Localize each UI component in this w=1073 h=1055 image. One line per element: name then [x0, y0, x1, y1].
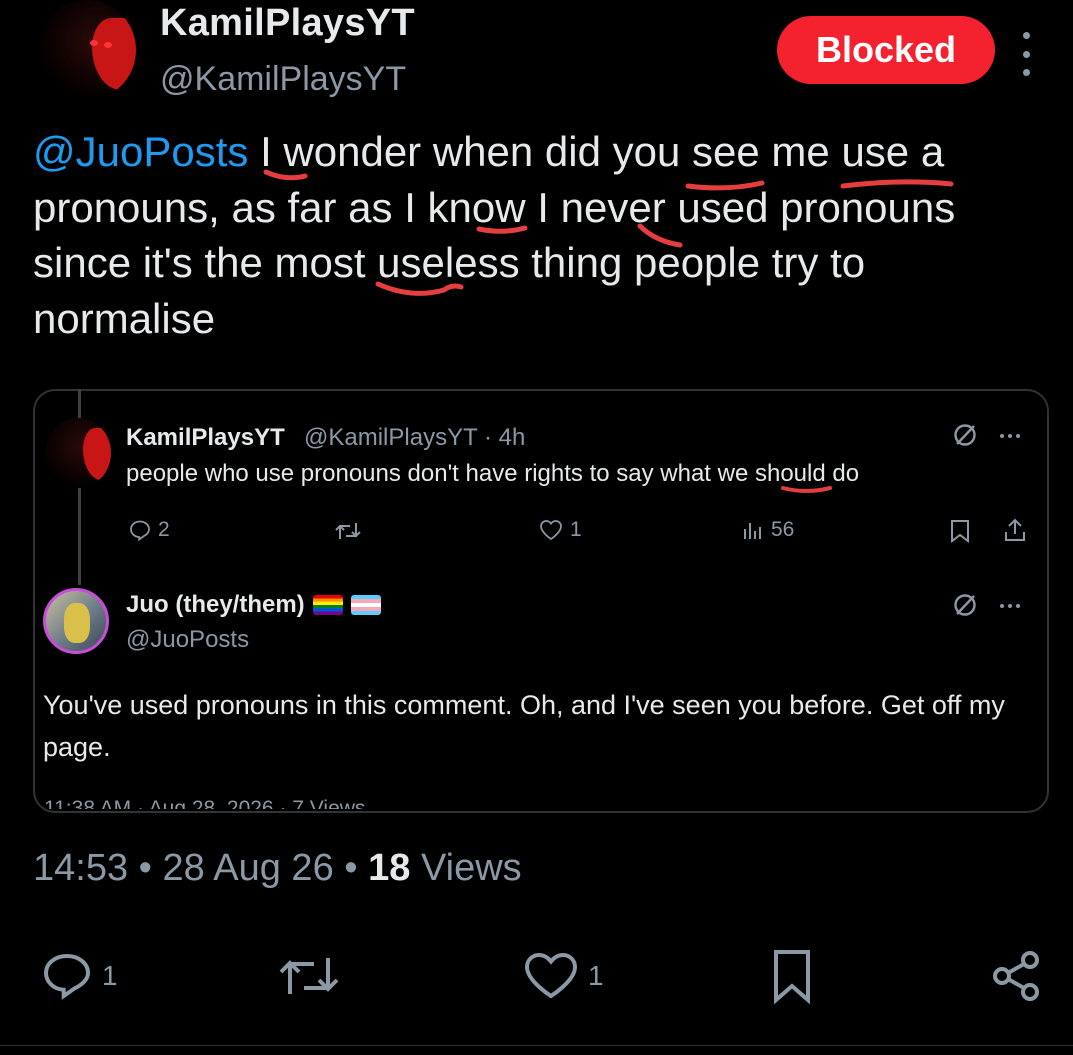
share-icon — [1005, 518, 1025, 541]
retweet-icon — [335, 523, 361, 539]
author-handle[interactable]: @KamilPlaysYT — [160, 60, 406, 99]
author-display-name[interactable]: KamilPlaysYT — [160, 2, 415, 45]
retweet-icon — [279, 958, 339, 994]
like-button[interactable]: 1 — [522, 950, 604, 1002]
more-vertical-icon[interactable] — [1016, 32, 1036, 76]
quoted-views-action: 56 — [741, 518, 794, 542]
quoted-author-avatar — [45, 418, 111, 488]
pride-flag-icon — [312, 595, 343, 615]
tweet-text-part: wonder when did — [271, 128, 613, 175]
circle-slash-icon — [954, 424, 976, 446]
tweet-time[interactable]: 14:53 — [33, 847, 128, 889]
trans-flag-icon — [350, 595, 381, 615]
reply-count: 1 — [102, 960, 118, 991]
tweet-text-part: you — [612, 128, 681, 175]
author-avatar[interactable] — [38, 0, 136, 100]
circle-slash-icon — [954, 594, 976, 616]
tweet-date[interactable]: 28 Aug 26 — [163, 847, 334, 889]
tweet-text-part: I — [260, 128, 272, 175]
separator-dot: • — [138, 847, 152, 889]
tweet-text-part: know — [415, 183, 538, 231]
quoted-like-count: 1 — [570, 518, 582, 541]
like-icon — [524, 952, 578, 999]
reply-author-avatar — [43, 588, 109, 654]
tweet-text-part: it's — [142, 239, 193, 286]
quoted-author-meta: @KamilPlaysYT · 4h — [304, 424, 526, 451]
bookmark-icon — [951, 520, 969, 543]
tweet-action-bar: 1 1 — [0, 940, 1073, 1010]
share-icon — [993, 951, 1039, 1001]
mention-link[interactable]: @JuoPosts — [33, 128, 248, 175]
views-icon — [744, 523, 761, 539]
tweet-text: @JuoPosts I wonder when did you see me u… — [33, 124, 1043, 346]
quoted-reply-count: 2 — [158, 518, 170, 541]
quoted-like-action: 1 — [538, 518, 582, 542]
reply-icon — [43, 953, 91, 1000]
like-count: 1 — [588, 960, 604, 991]
bookmark-icon — [774, 950, 810, 1004]
separator-dot: • — [344, 847, 358, 889]
reply-meta-cut: 11:38 AM · Aug 28, 2026 · 7 Views — [44, 797, 366, 809]
blocked-button[interactable]: Blocked — [777, 16, 995, 84]
views-count[interactable]: 18 — [368, 847, 410, 889]
quoted-author-name: KamilPlaysYT — [126, 424, 285, 451]
tweet-text-part: I — [537, 183, 549, 231]
more-horizontal-icon — [1000, 434, 1020, 438]
reply-icon — [130, 520, 150, 542]
reply-author-handle: @JuoPosts — [126, 626, 250, 653]
tweet-metadata: 14:53 • 28 Aug 26 • 18 Views — [33, 847, 522, 890]
reply-author-row: Juo (they/them) — [126, 591, 381, 619]
bottom-divider — [0, 1045, 1073, 1046]
reply-button[interactable]: 1 — [40, 950, 118, 1002]
tweet-text-part: I — [404, 183, 416, 231]
quoted-views-count: 56 — [771, 518, 795, 541]
quoted-post-text: people who use pronouns don't have right… — [126, 460, 860, 487]
retweet-button[interactable] — [276, 952, 342, 1000]
reply-text: You've used pronouns in this comment. Oh… — [43, 690, 1005, 762]
tweet-text-part: me — [771, 128, 830, 175]
like-icon — [540, 520, 562, 541]
quoted-reply-action: 2 — [128, 518, 170, 542]
tweet-text-part: see — [680, 128, 772, 175]
tweet-text-part — [248, 128, 260, 175]
reply-author-name: Juo (they/them) — [126, 591, 305, 618]
share-button[interactable] — [988, 948, 1044, 1004]
bookmark-button[interactable] — [770, 948, 814, 1004]
views-label[interactable]: Views — [410, 847, 522, 889]
more-horizontal-icon — [1000, 604, 1020, 608]
